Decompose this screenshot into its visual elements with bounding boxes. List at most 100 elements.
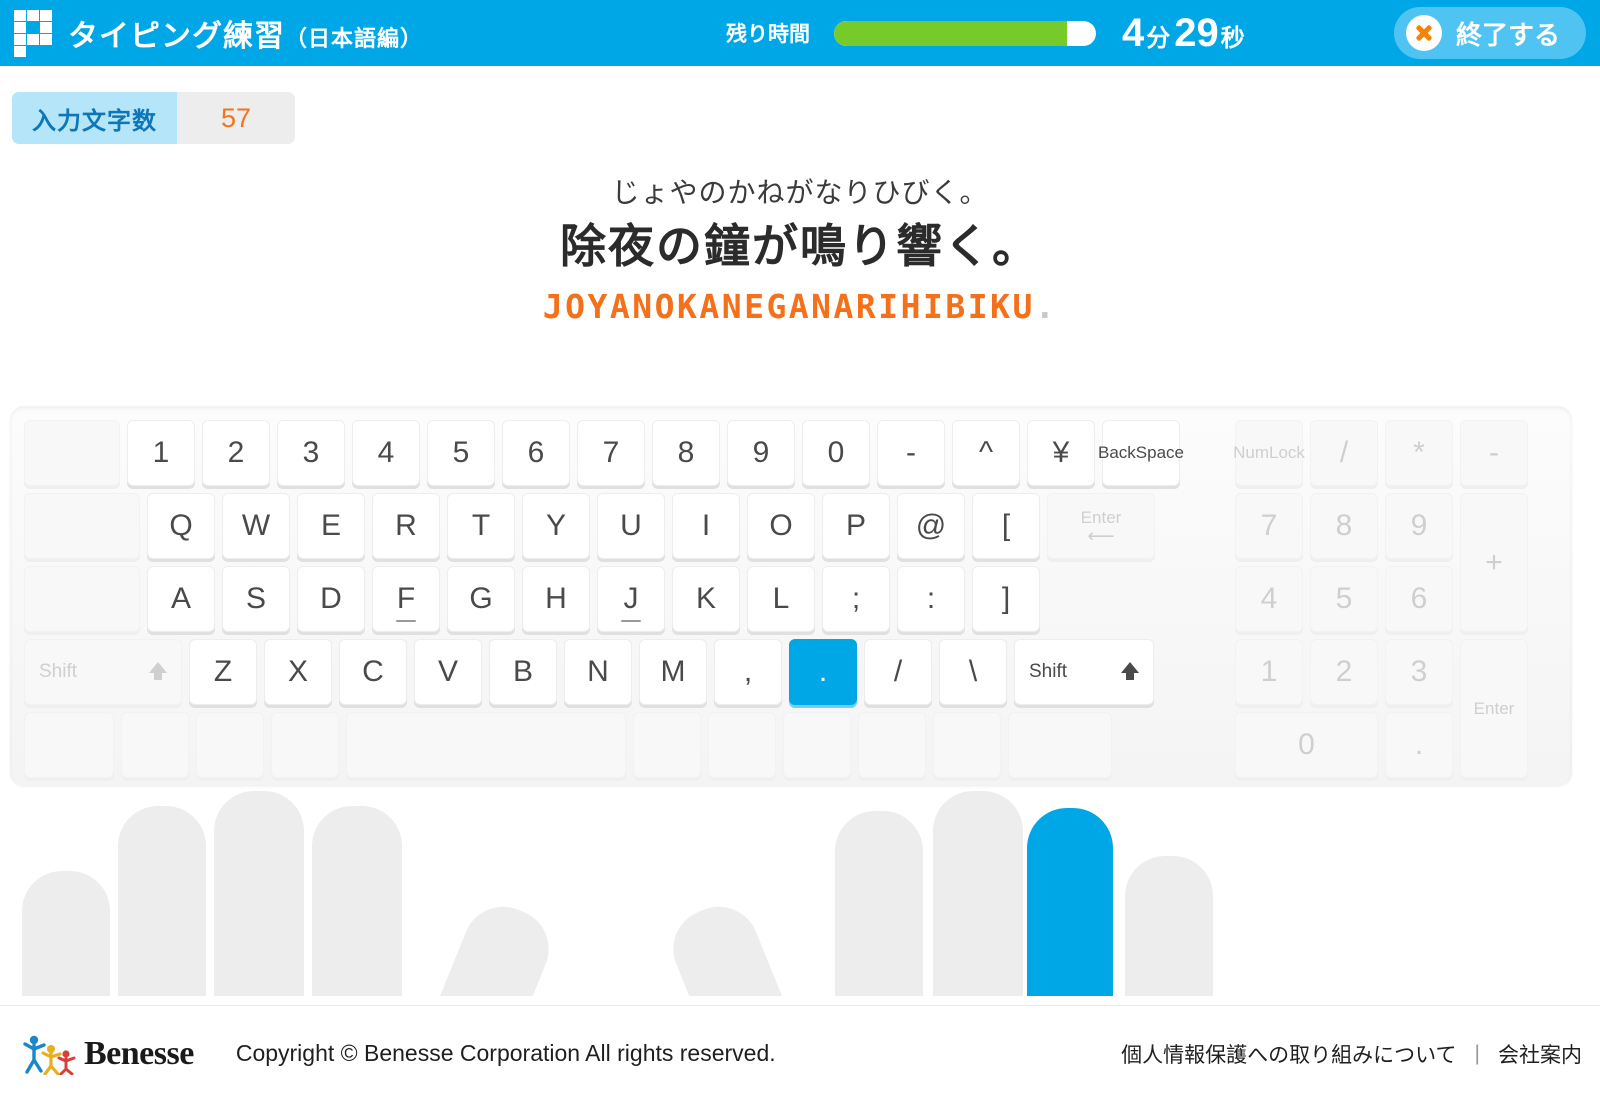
key-label: 6 [527, 436, 545, 469]
key-3[interactable]: 3 [1385, 639, 1453, 705]
key-[interactable]: ; [822, 566, 890, 632]
key-5[interactable]: 5 [427, 420, 495, 486]
key-[interactable]: ] [972, 566, 1040, 632]
key-[interactable]: - [1460, 420, 1528, 486]
key-enter[interactable]: Enter [1460, 639, 1528, 778]
privacy-policy-link[interactable]: 個人情報保護への取り組みについて [1121, 1039, 1456, 1069]
key-label: ; [851, 582, 861, 615]
key-label: Shift [39, 661, 78, 682]
key-7[interactable]: 7 [1235, 493, 1303, 559]
key-g[interactable]: G [447, 566, 515, 632]
key-8[interactable]: 8 [652, 420, 720, 486]
key-label: F [396, 582, 416, 615]
key-[interactable]: ^ [952, 420, 1020, 486]
key-[interactable]: * [1385, 420, 1453, 486]
key-h[interactable]: H [522, 566, 590, 632]
key-[interactable]: , [714, 639, 782, 705]
key-a[interactable]: A [147, 566, 215, 632]
key-3[interactable]: 3 [277, 420, 345, 486]
key-0[interactable]: 0 [1235, 712, 1378, 778]
key-i[interactable]: I [672, 493, 740, 559]
end-session-button[interactable]: 終了する [1393, 7, 1586, 59]
key-9[interactable]: 9 [727, 420, 795, 486]
key-t[interactable]: T [447, 493, 515, 559]
key-label-line: Back [1098, 443, 1136, 463]
key-f[interactable]: F [372, 566, 440, 632]
key-4[interactable]: 4 [1235, 566, 1303, 632]
key-label: D [320, 582, 342, 615]
key-r[interactable]: R [372, 493, 440, 559]
timer-minutes-unit: 分 [1146, 24, 1171, 52]
footer-link-separator: | [1474, 1041, 1480, 1065]
key-4[interactable]: 4 [352, 420, 420, 486]
key-9[interactable]: 9 [1385, 493, 1453, 559]
key-1[interactable]: 1 [1235, 639, 1303, 705]
end-session-label: 終了する [1455, 19, 1560, 50]
key-c[interactable]: C [339, 639, 407, 705]
key-shift[interactable]: Shift [24, 639, 182, 705]
key-[interactable]: . [789, 639, 857, 705]
key-2[interactable]: 2 [1310, 639, 1378, 705]
key-b[interactable]: B [489, 639, 557, 705]
key-[interactable]: - [877, 420, 945, 486]
key-[interactable]: / [864, 639, 932, 705]
home-row: A S D F G H J K L;:] [24, 566, 1187, 632]
key-[interactable]: + [1460, 493, 1528, 632]
key-blank [24, 566, 140, 632]
key-5[interactable]: 5 [1310, 566, 1378, 632]
key-1[interactable]: 1 [127, 420, 195, 486]
key-6[interactable]: 6 [502, 420, 570, 486]
key-2[interactable]: 2 [202, 420, 270, 486]
key-enter[interactable]: Enter ⟵ [1047, 493, 1155, 559]
key-shift[interactable]: Shift [1014, 639, 1154, 705]
key-num-lock[interactable]: Num Lock [1233, 420, 1305, 486]
key-[interactable]: / [1310, 420, 1378, 486]
key-label: Shift [1029, 661, 1068, 682]
key-label: 5 [1335, 582, 1353, 615]
key-v[interactable]: V [414, 639, 482, 705]
key-m[interactable]: M [639, 639, 707, 705]
space-row [24, 712, 1187, 778]
typed-character-counter: 入力文字数 57 [12, 92, 295, 144]
key-q[interactable]: Q [147, 493, 215, 559]
key-x[interactable]: X [264, 639, 332, 705]
key-[interactable]: [ [972, 493, 1040, 559]
key-8[interactable]: 8 [1310, 493, 1378, 559]
timer: 残り時間 4 分 29 秒 [726, 0, 1249, 66]
key-d[interactable]: D [297, 566, 365, 632]
key-n[interactable]: N [564, 639, 632, 705]
key-[interactable]: . [1385, 712, 1453, 778]
key-y[interactable]: Y [522, 493, 590, 559]
key-j[interactable]: J [597, 566, 665, 632]
key-6[interactable]: 6 [1385, 566, 1453, 632]
key-p[interactable]: P [822, 493, 890, 559]
company-info-link[interactable]: 会社案内 [1498, 1039, 1582, 1069]
page-title-sub: （日本語編） [285, 26, 424, 51]
key-e[interactable]: E [297, 493, 365, 559]
key-label: @ [915, 509, 947, 542]
key-[interactable]: ¥ [1027, 420, 1095, 486]
key-label: / [1339, 436, 1349, 469]
key-l[interactable]: L [747, 566, 815, 632]
key-label: O [769, 509, 793, 542]
key-label: 9 [752, 436, 770, 469]
key-label: * [1413, 436, 1425, 469]
key-[interactable]: : [897, 566, 965, 632]
key-label: Y [545, 509, 566, 542]
key-[interactable]: @ [897, 493, 965, 559]
key-o[interactable]: O [747, 493, 815, 559]
left-middle-finger [214, 791, 304, 996]
shift-up-arrow-icon [1121, 662, 1139, 682]
key-u[interactable]: U [597, 493, 665, 559]
key-label: ¥ [1052, 436, 1070, 469]
key-k[interactable]: K [672, 566, 740, 632]
key-label: P [845, 509, 866, 542]
key-[interactable]: \ [939, 639, 1007, 705]
key-w[interactable]: W [222, 493, 290, 559]
key-label: Enter [1473, 698, 1515, 718]
key-7[interactable]: 7 [577, 420, 645, 486]
key-0[interactable]: 0 [802, 420, 870, 486]
key-back-space[interactable]: Back Space [1098, 420, 1184, 486]
key-z[interactable]: Z [189, 639, 257, 705]
key-s[interactable]: S [222, 566, 290, 632]
